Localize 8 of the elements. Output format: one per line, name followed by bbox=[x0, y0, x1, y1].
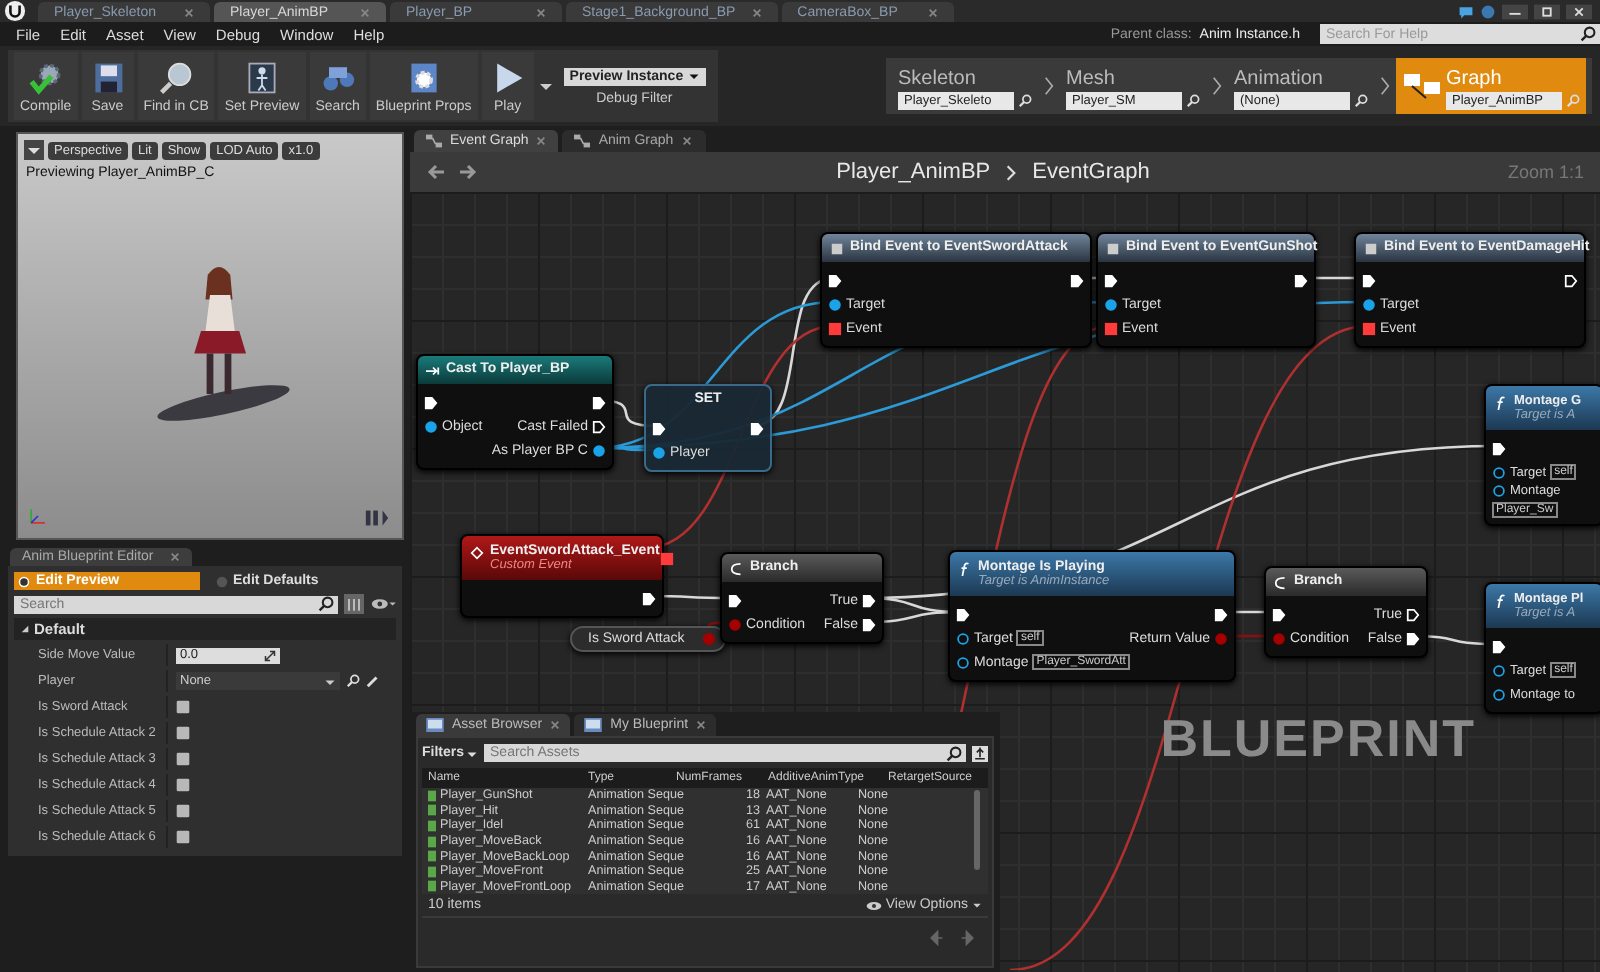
mode-label: Mesh bbox=[1066, 68, 1117, 92]
mode-label: Graph bbox=[1446, 68, 1504, 92]
blueprint-watermark: BLUEPRINT bbox=[1160, 708, 1476, 770]
zoom-label: Zoom 1:1 bbox=[1507, 162, 1584, 182]
mode-label: Skeleton bbox=[898, 68, 978, 92]
breadcrumb-item[interactable]: EventGraph bbox=[1032, 160, 1150, 184]
mode-label: Animation bbox=[1234, 68, 1325, 92]
breadcrumb-item[interactable]: Player_AnimBP bbox=[836, 160, 991, 184]
